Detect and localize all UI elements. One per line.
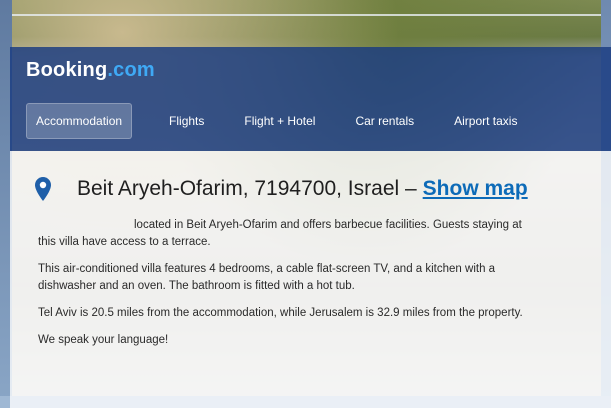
nav-item-flight-hotel[interactable]: Flight + Hotel — [235, 104, 324, 138]
site-header: Booking.com Accommodation Flights Flight… — [10, 47, 611, 151]
description-paragraph-3: Tel Aviv is 20.5 miles from the accommod… — [38, 307, 523, 319]
description-paragraph-2: This air-conditioned villa features 4 be… — [38, 263, 496, 292]
description-paragraph-1: located in Beit Aryeh-Ofarim and offers … — [38, 219, 522, 248]
property-address: Beit Aryeh-Ofarim, 7194700, Israel – — [77, 177, 417, 200]
nav-item-accommodation[interactable]: Accommodation — [26, 103, 133, 139]
property-content: Beit Aryeh-Ofarim, 7194700, Israel – Sho… — [10, 151, 611, 408]
logo-tld: .com — [107, 59, 155, 81]
booking-logo[interactable]: Booking.com — [26, 59, 155, 82]
background-railing — [0, 14, 611, 16]
main-nav: Accommodation Flights Flight + Hotel Car… — [26, 103, 548, 139]
nav-item-flights[interactable]: Flights — [160, 104, 213, 138]
description-paragraph-4: We speak your language! — [38, 334, 169, 346]
booking-window: Booking.com Accommodation Flights Flight… — [10, 47, 611, 408]
map-pin-icon — [35, 177, 51, 201]
show-map-link[interactable]: Show map — [423, 177, 528, 201]
nav-item-car-rentals[interactable]: Car rentals — [346, 104, 423, 138]
property-title-row: Beit Aryeh-Ofarim, 7194700, Israel – Sho… — [35, 151, 591, 205]
logo-brand: Booking — [26, 59, 108, 81]
nav-item-airport-taxis[interactable]: Airport taxis — [445, 104, 526, 138]
